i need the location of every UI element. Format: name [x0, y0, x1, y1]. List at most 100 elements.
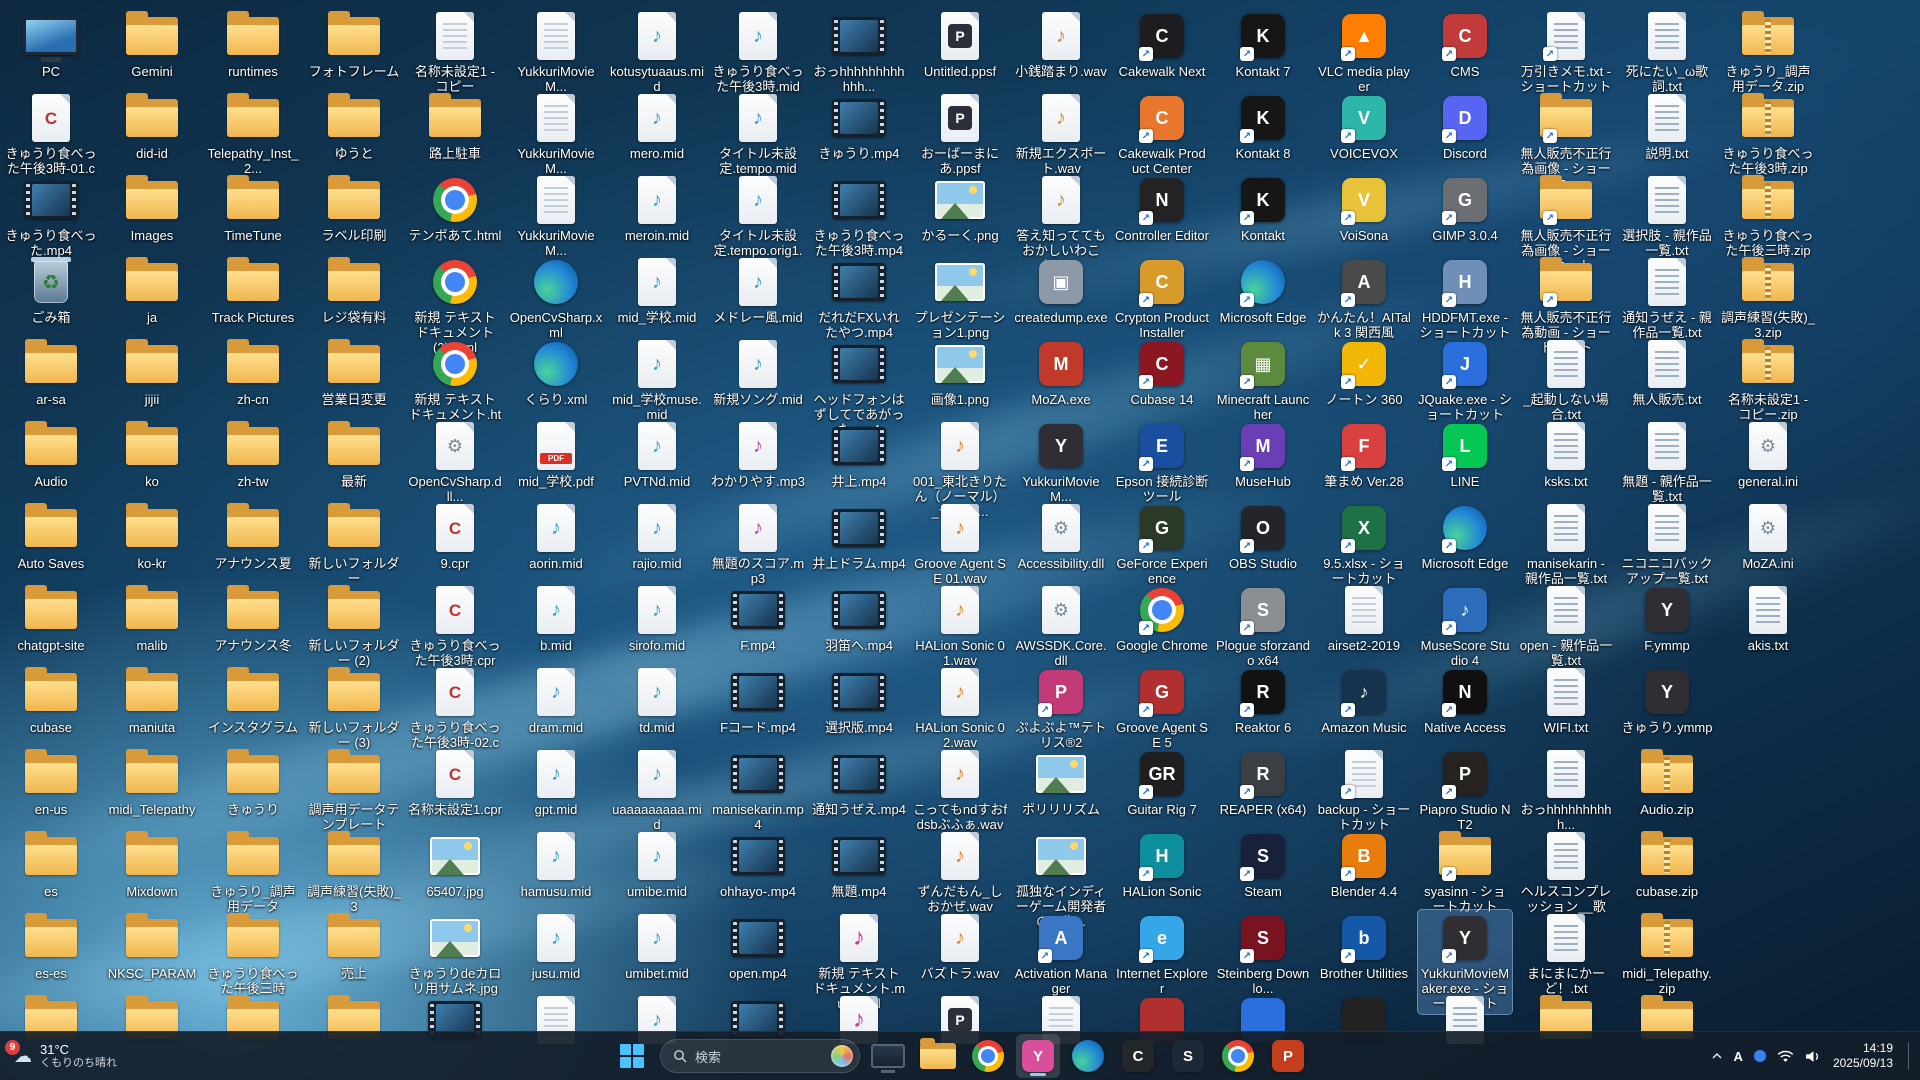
- search-highlight-icon[interactable]: [831, 1045, 853, 1067]
- desktop-icon-aitalk-3[interactable]: A ↗ かんたん！AITalk 3 関西風: [1317, 254, 1411, 343]
- desktop-icon-open-mp4[interactable]: open.mp4: [711, 910, 805, 984]
- desktop-icon-c2-r6[interactable]: アナウンス夏: [206, 500, 300, 574]
- desktop-icon-mid[interactable]: ♪ メドレー風.mid: [711, 254, 805, 328]
- desktop-icon-obs-studio[interactable]: O ↗ OBS Studio: [1216, 500, 1310, 574]
- taskbar-app-steam[interactable]: S: [1166, 1034, 1210, 1078]
- desktop-icon-sirofo-mid[interactable]: ♪ sirofo.mid: [610, 582, 704, 656]
- desktop-icon-mixdown[interactable]: Mixdown: [105, 828, 199, 902]
- desktop-icon-midi-telepathy-zip[interactable]: midi_Telepathy.zip: [1620, 910, 1714, 999]
- bluetooth-tray-icon[interactable]: [1753, 1050, 1766, 1062]
- desktop-icon-c3-r4[interactable]: 営業日変更: [307, 336, 401, 410]
- desktop-icon-1-png[interactable]: プレゼンテーション1.png: [913, 254, 1007, 343]
- desktop-icon-kontakt-8[interactable]: K ↗ Kontakt 8: [1216, 90, 1310, 164]
- desktop-icon-c3-r6[interactable]: 新しいフォルダー: [307, 500, 401, 589]
- desktop-icon-reaper-x64[interactable]: R ↗ REAPER (x64): [1216, 746, 1310, 820]
- desktop-icon-groove-agent-se-5[interactable]: G ↗ Groove Agent SE 5: [1115, 664, 1209, 753]
- desktop-icon-c10-r9[interactable]: ポリリリズム: [1014, 746, 1108, 820]
- desktop-icon-mp4[interactable]: 井上.mp4: [812, 418, 906, 492]
- desktop-icon-f-mp4[interactable]: F.mp4: [711, 582, 805, 656]
- wifi-icon[interactable]: [1777, 1050, 1794, 1063]
- taskbar-app-yukkuri-movie-maker[interactable]: Y: [1016, 1034, 1060, 1078]
- desktop-icon-mid[interactable]: ♪ 新規ソング.mid: [711, 336, 805, 410]
- desktop-icon-kotusytuaaus-mid[interactable]: ♪ kotusytuaaus.mid: [610, 8, 704, 97]
- desktop-icon-accessibility-dll[interactable]: ⚙ Accessibility.dll: [1014, 500, 1108, 574]
- desktop-icon-txt[interactable]: ニコニコバックアップ一覧.txt: [1620, 500, 1714, 589]
- desktop-icon-c3-r0[interactable]: フォトフレーム: [307, 8, 401, 82]
- desktop-icon-mp4[interactable]: 羽笛へ.mp4: [812, 582, 906, 656]
- desktop-icon-dram-mid[interactable]: ♪ dram.mid: [509, 664, 603, 738]
- desktop-icon-runtimes[interactable]: runtimes: [206, 8, 300, 82]
- desktop-icon-es-es[interactable]: es-es: [4, 910, 98, 984]
- desktop-icon-de-jpg[interactable]: きゅうりdeカロリ用サムネ.jpg: [408, 910, 502, 999]
- taskbar-app-remote-desktop[interactable]: [866, 1034, 910, 1078]
- desktop-icon-c3-r5[interactable]: 最新: [307, 418, 401, 492]
- desktop-icon-txt[interactable]: 説明.txt: [1620, 90, 1714, 164]
- desktop-icon-halion-sonic-02-wav[interactable]: ♪ HALion Sonic 02.wav: [913, 664, 1007, 753]
- desktop-icon-txt[interactable]: 通知うぜえ - 親作品一覧.txt: [1620, 254, 1714, 343]
- desktop-icon-microsoft-edge[interactable]: ↗ Microsoft Edge: [1418, 500, 1512, 574]
- desktop-icon-ohhayo-mp4[interactable]: ohhayo-.mp4: [711, 828, 805, 902]
- desktop-icon-syasinn[interactable]: ↗ syasinn - ショートカット: [1418, 828, 1512, 917]
- desktop-icon-mp3[interactable]: ♪ 無題のスコア.mp3: [711, 500, 805, 589]
- desktop-icon-cubase-14[interactable]: C ↗ Cubase 14: [1115, 336, 1209, 410]
- desktop-icon-minecraft-launcher[interactable]: ▦ ↗ Minecraft Launcher: [1216, 336, 1310, 425]
- desktop-icon-html[interactable]: テンポあて.html: [408, 172, 502, 246]
- desktop-icon-txt[interactable]: _起動しない場合.txt: [1519, 336, 1613, 425]
- desktop-icon-hamusu-mid[interactable]: ♪ hamusu.mid: [509, 828, 603, 902]
- start-button[interactable]: [610, 1034, 654, 1078]
- desktop-icon-groove-agent-se-01-wav[interactable]: ♪ Groove Agent SE 01.wav: [913, 500, 1007, 589]
- desktop-icon-halion-sonic-01-wav[interactable]: ♪ HALion Sonic 01.wav: [913, 582, 1007, 671]
- desktop-icon-ja[interactable]: ja: [105, 254, 199, 328]
- show-desktop-button[interactable]: [1908, 1041, 1914, 1071]
- desktop-icon-umibe-mid[interactable]: ♪ umibe.mid: [610, 828, 704, 902]
- desktop-icon-auto-saves[interactable]: Auto Saves: [4, 500, 98, 574]
- desktop-icon-jusu-mid[interactable]: ♪ jusu.mid: [509, 910, 603, 984]
- desktop-icon-f-ymmp[interactable]: Y F.ymmp: [1620, 582, 1714, 656]
- desktop-icon-voicevox[interactable]: V ↗ VOICEVOX: [1317, 90, 1411, 164]
- desktop-icon-aorin-mid[interactable]: ♪ aorin.mid: [509, 500, 603, 574]
- desktop-icon-3-mp4[interactable]: きゅうり食べった午後3時.mp4: [812, 172, 906, 261]
- desktop-icon-chatgpt-site[interactable]: chatgpt-site: [4, 582, 98, 656]
- taskbar-app-microsoft-edge[interactable]: [1066, 1034, 1110, 1078]
- desktop-icon-txt[interactable]: 無人販売.txt: [1620, 336, 1714, 410]
- taskbar-app-powerpoint[interactable]: P: [1266, 1034, 1310, 1078]
- desktop-icon-createdump-exe[interactable]: ▣ createdump.exe: [1014, 254, 1108, 328]
- desktop-icon-c2-r7[interactable]: アナウンス冬: [206, 582, 300, 656]
- desktop-icon-65407-jpg[interactable]: 65407.jpg: [408, 828, 502, 902]
- desktop-icon-brother-utilities[interactable]: b ↗ Brother Utilities: [1317, 910, 1411, 984]
- desktop-icon-vlc-media-player[interactable]: ▲ ↗ VLC media player: [1317, 8, 1411, 97]
- desktop-icon-uaaaaaaaaa-mid[interactable]: ♪ uaaaaaaaaa.mid: [610, 746, 704, 835]
- desktop-icon-audio-zip[interactable]: Audio.zip: [1620, 746, 1714, 820]
- desktop-icon-manisekarin-txt[interactable]: manisekarin - 親作品一覧.txt: [1519, 500, 1613, 589]
- desktop-icon-jijii[interactable]: jijii: [105, 336, 199, 410]
- desktop-icon-c3-r3[interactable]: レジ袋有料: [307, 254, 401, 328]
- desktop-icon-rajio-mid[interactable]: ♪ rajio.mid: [610, 500, 704, 574]
- desktop-icon-wifi-txt[interactable]: WIFI.txt: [1519, 664, 1613, 738]
- desktop-icon-airset2-2019[interactable]: airset2-2019: [1317, 582, 1411, 656]
- desktop-icon-2[interactable]: 新しいフォルダー (2): [307, 582, 401, 671]
- desktop-icon-did-id[interactable]: did-id: [105, 90, 199, 164]
- widgets-button[interactable]: ☁ 9 31°C くもりのち晴れ: [4, 1032, 127, 1080]
- desktop-icon-kontakt[interactable]: K ↗ Kontakt: [1216, 172, 1310, 246]
- desktop-icon-3-cpr[interactable]: C きゅうり食べった午後3時.cpr: [408, 582, 502, 671]
- desktop-icon-malib[interactable]: malib: [105, 582, 199, 656]
- desktop-icon-opencvsharp-xml[interactable]: OpenCvSharp.xml: [509, 254, 603, 343]
- desktop-icon-cakewalk-product-center[interactable]: C ↗ Cakewalk Product Center: [1115, 90, 1209, 179]
- desktop-icon-yukkurimoviem[interactable]: YukkuriMovieM...: [509, 8, 603, 97]
- desktop-icon-td-mid[interactable]: ♪ td.mid: [610, 664, 704, 738]
- desktop-icon-c2-r10[interactable]: きゅうり_調声用データ: [206, 828, 300, 917]
- desktop-icon-3-zip[interactable]: きゅうり食べった午後3時.zip: [1721, 90, 1815, 179]
- desktop-icon-1-zip[interactable]: 名称未設定1 - コピー.zip: [1721, 336, 1815, 425]
- desktop-icon-amazon-music[interactable]: ♪ ↗ Amazon Music: [1317, 664, 1411, 738]
- desktop-icon-txt[interactable]: 死にたい_ω歌詞.txt: [1620, 8, 1714, 97]
- desktop-icon-txt[interactable]: ↗ 万引きメモ.txt - ショートカット: [1519, 8, 1613, 97]
- desktop-icon-hhhhhhhhhh[interactable]: おっhhhhhhhhhh...: [1519, 746, 1613, 835]
- desktop-icon-c2-r9[interactable]: きゅうり: [206, 746, 300, 820]
- desktop-icon-jquake-exe[interactable]: J ↗ JQuake.exe - ショートカット: [1418, 336, 1512, 425]
- desktop-icon-epson[interactable]: E ↗ Epson 接続診断ツール: [1115, 418, 1209, 507]
- desktop-icon-mp4[interactable]: 無題.mp4: [812, 828, 906, 902]
- desktop-icon-ko-kr[interactable]: ko-kr: [105, 500, 199, 574]
- desktop-icon-audio[interactable]: Audio: [4, 418, 98, 492]
- desktop-icon-mero-mid[interactable]: ♪ mero.mid: [610, 90, 704, 164]
- desktop-icon-1[interactable]: 名称未設定1 - コピー: [408, 8, 502, 97]
